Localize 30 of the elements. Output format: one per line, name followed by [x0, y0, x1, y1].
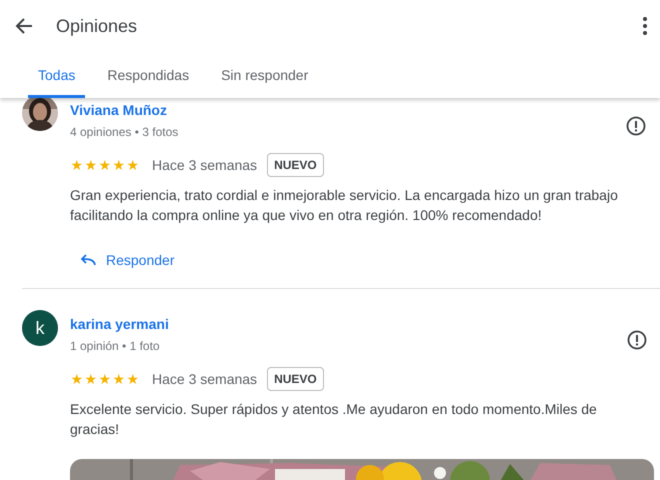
star-icon: ★ — [112, 372, 126, 386]
review-date: Hace 3 semanas — [152, 157, 258, 173]
review-date: Hace 3 semanas — [152, 371, 258, 387]
reviewer-stats: 1 opinión • 1 foto — [70, 339, 160, 353]
more-options-icon[interactable] — [642, 16, 648, 36]
reply-arrow-icon — [80, 254, 96, 266]
report-icon[interactable] — [627, 330, 647, 350]
reviewer-stats: 4 opiniones • 3 fotos — [70, 125, 178, 139]
back-arrow-icon[interactable] — [14, 16, 34, 36]
star-icon: ★ — [112, 158, 126, 172]
page-title: Opiniones — [56, 16, 138, 36]
star-icon: ★ — [98, 372, 112, 386]
star-icon: ★ — [70, 158, 84, 172]
star-icon: ★ — [84, 372, 98, 386]
new-badge: NUEVO — [267, 153, 324, 177]
reviewer-name[interactable]: Viviana Muñoz — [70, 102, 167, 118]
star-icon: ★ — [126, 372, 140, 386]
new-badge: NUEVO — [267, 367, 324, 391]
reply-button[interactable]: Responder — [72, 246, 182, 274]
review-text: Gran experiencia, trato cordial e inmejorable servicio. La encargada hizo un gran trabajo facilitando la compra online ya que vivo en otra región. 100% recomendado! — [70, 186, 619, 225]
report-icon[interactable] — [626, 116, 646, 136]
reviewer-name[interactable]: karina yermani — [70, 316, 169, 332]
star-icon: ★ — [126, 158, 140, 172]
review-text: Excelente servicio. Super rápidos y atentos .Me ayudaron en todo momento.Miles de gracias! — [70, 400, 598, 439]
star-icon: ★ — [98, 158, 112, 172]
star-icon: ★ — [84, 158, 98, 172]
filter-tab[interactable]: Sin responder — [211, 52, 318, 98]
star-icon: ★ — [70, 372, 84, 386]
filter-tab[interactable]: Respondidas — [97, 52, 200, 98]
avatar: k — [22, 310, 58, 346]
